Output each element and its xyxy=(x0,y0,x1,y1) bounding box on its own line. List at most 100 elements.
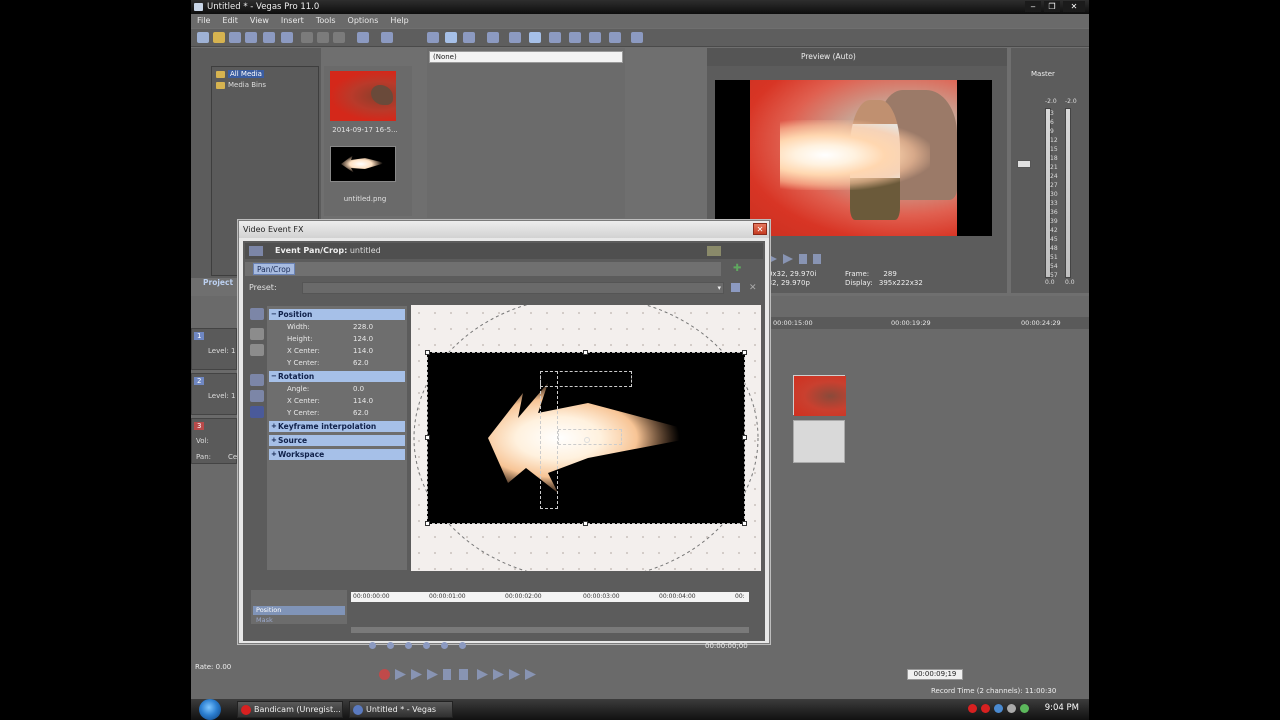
paste-icon[interactable] xyxy=(333,32,345,43)
show-properties-icon[interactable] xyxy=(250,308,264,320)
play-icon[interactable] xyxy=(427,669,438,680)
cut-icon[interactable] xyxy=(301,32,313,43)
normal-edit-tool-icon[interactable] xyxy=(427,32,439,43)
new-project-icon[interactable] xyxy=(197,32,209,43)
crop-handle[interactable] xyxy=(583,521,588,526)
audio-clip[interactable] xyxy=(793,420,845,463)
trimmer-combo[interactable]: (None) xyxy=(429,51,623,63)
prop-height[interactable]: Height: 124.0 xyxy=(269,333,405,345)
crop-frame[interactable] xyxy=(427,352,745,524)
prev-frame-icon[interactable] xyxy=(509,669,520,680)
close-icon[interactable]: ✕ xyxy=(1063,1,1085,12)
crop-handle[interactable] xyxy=(583,350,588,355)
track-header-1[interactable]: 1 Level: 1 xyxy=(191,328,237,370)
menu-insert[interactable]: Insert xyxy=(281,14,304,28)
add-plugin-icon[interactable]: ✚ xyxy=(733,263,741,274)
open-icon[interactable] xyxy=(213,32,225,43)
network-icon[interactable] xyxy=(994,704,1003,713)
menu-help[interactable]: Help xyxy=(390,14,408,28)
menu-file[interactable]: File xyxy=(197,14,210,28)
pan-crop-workspace[interactable] xyxy=(411,305,761,571)
lock-envelopes-icon[interactable] xyxy=(549,32,561,43)
go-to-start-icon[interactable] xyxy=(477,669,488,680)
prop-rot-y-center[interactable]: Y Center: 62.0 xyxy=(269,407,405,419)
crop-handle[interactable] xyxy=(425,435,430,440)
delete-preset-icon[interactable]: ✕ xyxy=(749,280,757,296)
crop-handle[interactable] xyxy=(425,521,430,526)
volume-icon[interactable] xyxy=(1007,704,1016,713)
stop-icon[interactable] xyxy=(813,254,821,264)
prop-x-center[interactable]: X Center: 114.0 xyxy=(269,345,405,357)
copy-icon[interactable] xyxy=(317,32,329,43)
prop-angle[interactable]: Angle: 0.0 xyxy=(269,383,405,395)
envelope-tool-icon[interactable] xyxy=(445,32,457,43)
crop-handle[interactable] xyxy=(742,435,747,440)
taskbar-item-bandicam[interactable]: Bandicam (Unregist... xyxy=(237,701,343,718)
last-keyframe-icon[interactable] xyxy=(423,642,430,649)
ignore-grouping-icon[interactable] xyxy=(569,32,581,43)
bandicam-tray-icon[interactable] xyxy=(968,704,977,713)
save-preset-icon[interactable] xyxy=(731,283,740,292)
play-icon[interactable] xyxy=(783,254,793,264)
prop-rot-x-center[interactable]: X Center: 114.0 xyxy=(269,395,405,407)
tree-item-media-bins[interactable]: Media Bins xyxy=(216,81,266,89)
lane-position[interactable]: Position xyxy=(253,606,345,615)
section-workspace[interactable]: Workspace xyxy=(269,449,405,460)
chain-button-pan-crop[interactable]: Pan/Crop xyxy=(253,263,295,275)
section-position[interactable]: Position xyxy=(269,309,405,320)
properties-icon[interactable] xyxy=(281,32,293,43)
media-thumbnail-image[interactable] xyxy=(330,146,396,182)
record-tray-icon[interactable] xyxy=(981,704,990,713)
save-icon[interactable] xyxy=(229,32,241,43)
crop-handle[interactable] xyxy=(742,521,747,526)
prop-y-center[interactable]: Y Center: 62.0 xyxy=(269,357,405,369)
help-cursor-icon[interactable] xyxy=(631,32,643,43)
selection-tool-icon[interactable] xyxy=(463,32,475,43)
keyframe-scrollbar[interactable] xyxy=(351,627,749,633)
undo-icon[interactable] xyxy=(357,32,369,43)
video-clip[interactable] xyxy=(793,375,846,416)
auto-ripple-icon[interactable] xyxy=(509,32,521,43)
section-rotation[interactable]: Rotation xyxy=(269,371,405,382)
render-icon[interactable] xyxy=(263,32,275,43)
prop-width[interactable]: Width: 228.0 xyxy=(269,321,405,333)
normal-edit-icon[interactable] xyxy=(250,328,264,340)
next-keyframe-icon[interactable] xyxy=(405,642,412,649)
preview-mode-combo[interactable]: Preview (Auto) xyxy=(801,48,856,66)
next-frame-icon[interactable] xyxy=(525,669,536,680)
track-header-3[interactable]: 3 Vol: Pan: Ce xyxy=(191,418,237,464)
menu-edit[interactable]: Edit xyxy=(222,14,238,28)
section-source[interactable]: Source xyxy=(269,435,405,446)
stop-icon[interactable] xyxy=(459,669,468,680)
menu-options[interactable]: Options xyxy=(348,14,379,28)
keyframe-time[interactable]: 00:00:00;00 xyxy=(705,642,748,650)
record-icon[interactable] xyxy=(379,669,390,680)
security-icon[interactable] xyxy=(1020,704,1029,713)
crop-handle[interactable] xyxy=(742,350,747,355)
timeline-ruler[interactable]: 00:00:15:00 00:00:19:29 00:00:24:29 xyxy=(771,317,1089,329)
track-header-2[interactable]: 2 Level: 1 xyxy=(191,373,237,415)
menu-view[interactable]: View xyxy=(250,14,269,28)
keyframe-ruler[interactable]: 00:00:00:00 00:00:01:00 00:00:02:00 00:0… xyxy=(351,592,749,602)
menu-tools[interactable]: Tools xyxy=(316,14,336,28)
preset-combo[interactable]: ▾ xyxy=(302,282,724,294)
minimize-icon[interactable]: ‒ xyxy=(1025,1,1041,12)
project-media-tab[interactable]: Project xyxy=(203,278,233,287)
pause-icon[interactable] xyxy=(799,254,807,264)
first-keyframe-icon[interactable] xyxy=(369,642,376,649)
maximize-icon[interactable]: ❐ xyxy=(1044,1,1060,12)
tree-item-all-media[interactable]: All Media xyxy=(216,70,264,78)
start-button[interactable] xyxy=(199,699,221,720)
add-keyframe-icon[interactable] xyxy=(441,642,448,649)
cursor-timecode[interactable]: 00:00:09;19 xyxy=(907,669,963,680)
go-to-end-icon[interactable] xyxy=(493,669,504,680)
crop-handle[interactable] xyxy=(425,350,430,355)
prev-keyframe-icon[interactable] xyxy=(387,642,394,649)
snapping-icon[interactable] xyxy=(529,32,541,43)
zoom-edit-icon[interactable] xyxy=(250,344,264,356)
bypass-icon[interactable] xyxy=(707,246,721,256)
auto-crossfade-icon[interactable] xyxy=(589,32,601,43)
taskbar-item-vegas[interactable]: Untitled * - Vegas Pr... xyxy=(349,701,453,718)
loop-icon[interactable] xyxy=(395,669,406,680)
master-fader[interactable] xyxy=(1017,160,1031,168)
